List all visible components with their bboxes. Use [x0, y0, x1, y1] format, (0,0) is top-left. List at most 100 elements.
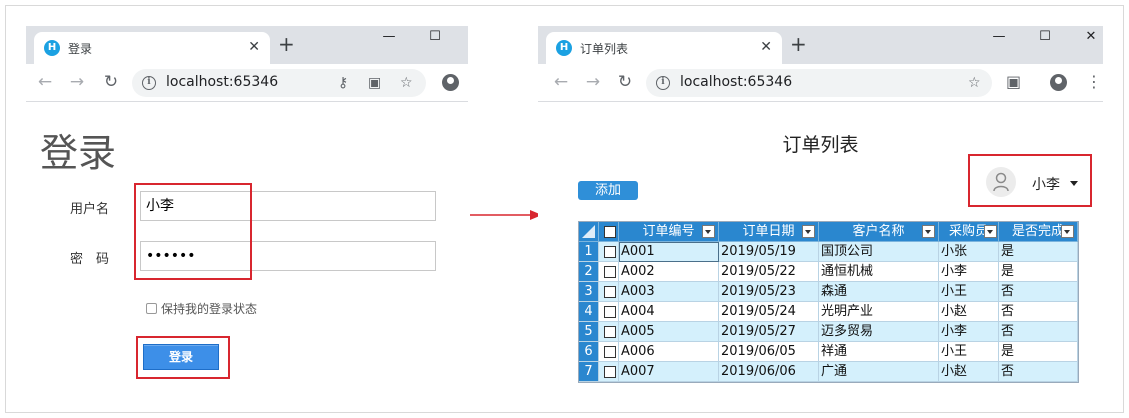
- forward-arrow-icon[interactable]: →: [66, 72, 88, 92]
- back-arrow-icon[interactable]: ←: [34, 72, 56, 92]
- row-checkbox[interactable]: [599, 242, 619, 262]
- account-icon[interactable]: [1050, 74, 1067, 91]
- back-arrow-icon[interactable]: ←: [550, 72, 572, 92]
- table-row[interactable]: 5 A005 2019/05/27 迈多贸易 小李否: [579, 322, 1078, 342]
- cell-completed[interactable]: 否: [999, 362, 1078, 382]
- row-number[interactable]: 3: [579, 282, 599, 302]
- filter-icon[interactable]: [1061, 225, 1074, 238]
- cell-order-date[interactable]: 2019/05/19: [719, 242, 819, 262]
- tab-orders[interactable]: H 订单列表 ✕: [546, 32, 782, 64]
- cell-customer[interactable]: 通恒机械: [819, 262, 939, 282]
- new-tab-icon[interactable]: +: [278, 34, 295, 54]
- minimize-icon[interactable]: —: [378, 28, 400, 48]
- account-icon[interactable]: [442, 74, 459, 91]
- close-icon[interactable]: ✕: [248, 38, 260, 56]
- cell-order-id[interactable]: A005: [619, 322, 719, 342]
- filter-icon[interactable]: [802, 225, 815, 238]
- checkbox-icon[interactable]: [604, 266, 616, 278]
- row-number[interactable]: 6: [579, 342, 599, 362]
- grid-corner[interactable]: [579, 222, 599, 242]
- menu-icon[interactable]: ⋮: [1086, 72, 1102, 92]
- cell-completed[interactable]: 是: [999, 342, 1078, 362]
- cell-completed[interactable]: 否: [999, 282, 1078, 302]
- star-icon[interactable]: ☆: [968, 74, 981, 92]
- table-row[interactable]: 1 A001 2019/05/19 国顶公司 小张是: [579, 242, 1078, 262]
- row-checkbox[interactable]: [599, 362, 619, 382]
- cell-buyer[interactable]: 小李: [939, 262, 999, 282]
- cell-order-date[interactable]: 2019/05/22: [719, 262, 819, 282]
- checkbox-icon[interactable]: [604, 326, 616, 338]
- cell-customer[interactable]: 祥通: [819, 342, 939, 362]
- cell-buyer[interactable]: 小王: [939, 342, 999, 362]
- key-icon[interactable]: ⚷: [338, 74, 348, 92]
- address-bar[interactable]: i localhost:65346 ⚷ ▣ ☆: [132, 69, 426, 97]
- row-checkbox[interactable]: [599, 302, 619, 322]
- checkbox-icon[interactable]: [146, 303, 157, 314]
- column-header-customer[interactable]: 客户名称: [819, 222, 939, 242]
- row-checkbox[interactable]: [599, 262, 619, 282]
- window-close-icon[interactable]: ✕: [1080, 28, 1102, 48]
- table-row[interactable]: 6 A006 2019/06/05 祥通 小王是: [579, 342, 1078, 362]
- column-header-completed[interactable]: 是否完成: [999, 222, 1078, 242]
- cell-order-date[interactable]: 2019/06/06: [719, 362, 819, 382]
- maximize-icon[interactable]: ☐: [424, 28, 446, 48]
- row-checkbox[interactable]: [599, 322, 619, 342]
- filter-icon[interactable]: [702, 225, 715, 238]
- reload-icon[interactable]: ↻: [614, 72, 636, 92]
- new-tab-icon[interactable]: +: [790, 34, 807, 54]
- cell-order-date[interactable]: 2019/05/23: [719, 282, 819, 302]
- remember-me-checkbox[interactable]: 保持我的登录状态: [146, 300, 257, 317]
- cell-order-id[interactable]: A003: [619, 282, 719, 302]
- info-icon[interactable]: i: [142, 76, 156, 90]
- cell-order-id[interactable]: A001: [619, 242, 719, 262]
- cell-order-id[interactable]: A002: [619, 262, 719, 282]
- forward-arrow-icon[interactable]: →: [582, 72, 604, 92]
- minimize-icon[interactable]: —: [988, 28, 1010, 48]
- row-number[interactable]: 2: [579, 262, 599, 282]
- table-row[interactable]: 2 A002 2019/05/22 通恒机械 小李是: [579, 262, 1078, 282]
- star-icon[interactable]: ☆: [400, 74, 413, 92]
- tab-login[interactable]: H 登录 ✕: [34, 32, 270, 64]
- cell-order-id[interactable]: A007: [619, 362, 719, 382]
- checkbox-icon[interactable]: [604, 286, 616, 298]
- cell-customer[interactable]: 广通: [819, 362, 939, 382]
- cell-completed[interactable]: 是: [999, 262, 1078, 282]
- maximize-icon[interactable]: ☐: [1034, 28, 1056, 48]
- filter-icon[interactable]: [984, 225, 997, 238]
- cell-order-id[interactable]: A004: [619, 302, 719, 322]
- cell-buyer[interactable]: 小李: [939, 322, 999, 342]
- select-all-checkbox[interactable]: [599, 222, 619, 242]
- cell-customer[interactable]: 迈多贸易: [819, 322, 939, 342]
- cell-order-date[interactable]: 2019/05/27: [719, 322, 819, 342]
- cell-buyer[interactable]: 小王: [939, 282, 999, 302]
- info-icon[interactable]: i: [656, 76, 670, 90]
- column-header-order-id[interactable]: 订单编号: [619, 222, 719, 242]
- cell-completed[interactable]: 否: [999, 322, 1078, 342]
- table-row[interactable]: 4 A004 2019/05/24 光明产业 小赵否: [579, 302, 1078, 322]
- cell-completed[interactable]: 是: [999, 242, 1078, 262]
- column-header-buyer[interactable]: 采购员: [939, 222, 999, 242]
- row-checkbox[interactable]: [599, 282, 619, 302]
- row-number[interactable]: 1: [579, 242, 599, 262]
- row-number[interactable]: 4: [579, 302, 599, 322]
- translate-icon[interactable]: ▣: [368, 74, 381, 92]
- checkbox-icon[interactable]: [604, 246, 616, 258]
- user-menu[interactable]: 小李: [968, 154, 1092, 207]
- cell-order-date[interactable]: 2019/06/05: [719, 342, 819, 362]
- cell-customer[interactable]: 国顶公司: [819, 242, 939, 262]
- cell-customer[interactable]: 森通: [819, 282, 939, 302]
- row-number[interactable]: 7: [579, 362, 599, 382]
- close-icon[interactable]: ✕: [760, 38, 772, 56]
- row-checkbox[interactable]: [599, 342, 619, 362]
- cell-order-date[interactable]: 2019/05/24: [719, 302, 819, 322]
- table-row[interactable]: 7 A007 2019/06/06 广通 小赵否: [579, 362, 1078, 382]
- checkbox-icon[interactable]: [604, 366, 616, 378]
- checkbox-icon[interactable]: [604, 346, 616, 358]
- cell-buyer[interactable]: 小张: [939, 242, 999, 262]
- address-bar[interactable]: i localhost:65346 ☆: [646, 69, 992, 97]
- row-number[interactable]: 5: [579, 322, 599, 342]
- checkbox-icon[interactable]: [604, 226, 616, 238]
- filter-icon[interactable]: [922, 225, 935, 238]
- cell-buyer[interactable]: 小赵: [939, 362, 999, 382]
- cell-completed[interactable]: 否: [999, 302, 1078, 322]
